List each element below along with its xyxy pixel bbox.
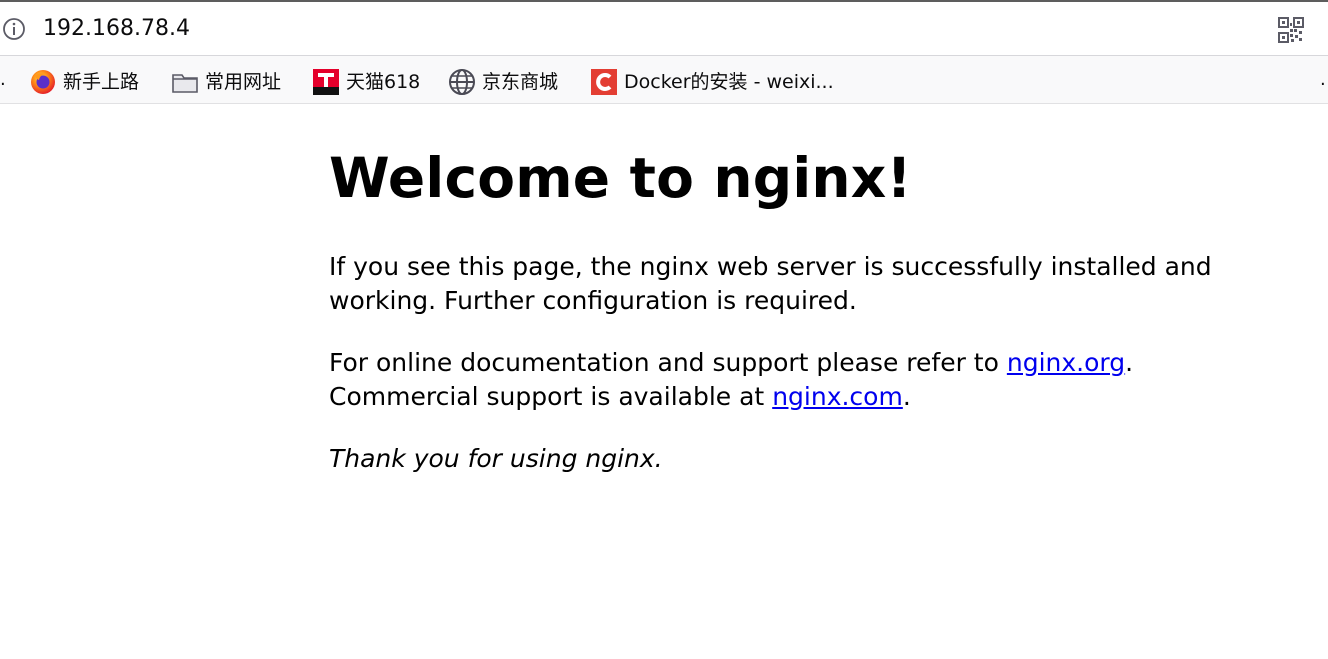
bookmark-folder-common-sites[interactable]: 常用网址: [171, 66, 281, 98]
intro-paragraph: If you see this page, the nginx web serv…: [329, 250, 1229, 318]
intro-line-2: working. Further configuration is requir…: [329, 286, 857, 315]
intro-line-1: If you see this page, the nginx web serv…: [329, 252, 1212, 281]
commercial-text-prefix: Commercial support is available at: [329, 382, 773, 411]
url-text[interactable]: 192.168.78.4: [43, 13, 190, 45]
tmall-icon: [313, 69, 339, 95]
globe-icon: [449, 69, 475, 95]
nginx-org-link[interactable]: nginx.org: [1007, 348, 1125, 377]
bookmark-firefox-getting-started[interactable]: 新手上路: [29, 66, 139, 98]
qr-code-icon[interactable]: [1278, 17, 1304, 43]
docs-line-2: Commercial support is available at nginx…: [329, 380, 1229, 414]
bookmark-jd[interactable]: 京东商城: [448, 66, 558, 98]
docs-text-prefix: For online documentation and support ple…: [329, 348, 1007, 377]
info-icon[interactable]: [2, 17, 26, 41]
bookmark-label: 天猫618: [346, 71, 421, 93]
docs-line-1: For online documentation and support ple…: [329, 346, 1229, 380]
docs-paragraph: For online documentation and support ple…: [329, 346, 1229, 414]
thanks-paragraph: Thank you for using nginx.: [329, 444, 663, 473]
bookmarks-toolbar: . 新手上路 常用网址 天猫618 京东商城 Docker的安装 - weixi…: [0, 56, 1328, 104]
address-bar[interactable]: 192.168.78.4: [0, 0, 1328, 56]
commercial-text-period: .: [902, 382, 911, 411]
bookmark-label: 京东商城: [482, 71, 559, 93]
bookmark-label: 新手上路: [63, 71, 140, 93]
nginx-com-link[interactable]: nginx.com: [772, 382, 903, 411]
page-heading: Welcome to nginx!: [329, 146, 912, 210]
firefox-icon: [31, 70, 55, 94]
csdn-icon: [591, 69, 617, 95]
page-content: Welcome to nginx! If you see this page, …: [329, 140, 1229, 504]
bookmarks-overflow-left[interactable]: .: [0, 70, 6, 90]
bookmark-tmall[interactable]: 天猫618: [312, 66, 420, 98]
docs-text-period: .: [1125, 348, 1134, 377]
folder-icon: [172, 74, 198, 93]
bookmarks-overflow-right[interactable]: .: [1320, 70, 1326, 90]
bookmark-label: Docker的安装 - weixi...: [624, 71, 834, 93]
bookmark-label: 常用网址: [205, 71, 282, 93]
bookmark-docker-install[interactable]: Docker的安装 - weixi...: [590, 66, 834, 98]
